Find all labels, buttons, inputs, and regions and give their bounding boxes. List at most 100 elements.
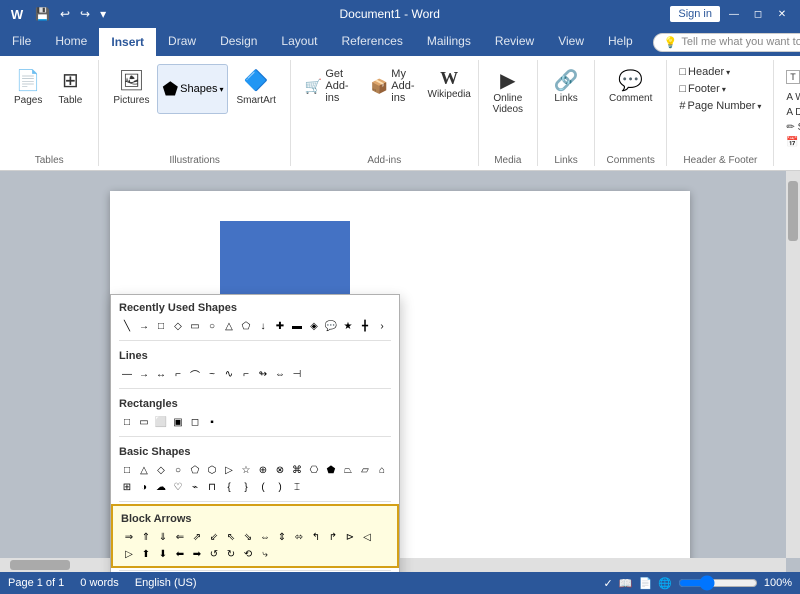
bs-16[interactable]: ⌂ — [374, 462, 390, 478]
ba-23[interactable]: ⟲ — [240, 546, 256, 562]
smartart-button[interactable]: 🔷 SmartArt — [230, 64, 281, 110]
bs-27[interactable]: ⌶ — [289, 479, 305, 495]
tab-mailings[interactable]: Mailings — [415, 28, 483, 56]
shape-rect-s[interactable]: □ — [153, 318, 169, 334]
online-videos-button[interactable]: ▶ Online Videos — [487, 64, 529, 119]
proofing-icon[interactable]: ✓ — [604, 577, 613, 590]
bs-1[interactable]: □ — [119, 462, 135, 478]
pictures-button[interactable]: 🖼 Pictures — [107, 64, 155, 110]
bs-25[interactable]: ( — [255, 479, 271, 495]
bs-5[interactable]: ⬠ — [187, 462, 203, 478]
ba-18[interactable]: ⬇ — [155, 546, 171, 562]
tab-file[interactable]: File — [0, 28, 43, 56]
bs-17[interactable]: ⊞ — [119, 479, 135, 495]
rect-6[interactable]: ▪ — [204, 414, 220, 430]
bs-2[interactable]: △ — [136, 462, 152, 478]
zoom-slider[interactable] — [678, 577, 758, 589]
bs-21[interactable]: ⌁ — [187, 479, 203, 495]
ba-10[interactable]: ⇕ — [274, 529, 290, 545]
ba-19[interactable]: ⬅ — [172, 546, 188, 562]
bs-8[interactable]: ☆ — [238, 462, 254, 478]
tell-me-bar[interactable]: 💡 Tell me what you want to do — [645, 28, 800, 56]
ba-2[interactable]: ⇑ — [138, 529, 154, 545]
dropcap-button[interactable]: A Drop Cap — [782, 106, 800, 119]
save-button[interactable]: 💾 — [32, 5, 53, 23]
customize-qa-button[interactable]: ▾ — [97, 5, 109, 23]
vertical-scrollbar[interactable] — [786, 171, 800, 558]
bs-19[interactable]: ☁ — [153, 479, 169, 495]
page-number-button[interactable]: # Page Number ▾ — [675, 98, 765, 114]
shape-callout[interactable]: 💬 — [323, 318, 339, 334]
line-scribble[interactable]: ∿ — [221, 366, 237, 382]
sign-in-button[interactable]: Sign in — [670, 6, 720, 22]
bs-14[interactable]: ⏢ — [340, 462, 356, 478]
rect-3[interactable]: ⬜ — [153, 414, 169, 430]
shape-line[interactable]: ╲ — [119, 318, 135, 334]
restore-button[interactable]: ◻ — [748, 4, 768, 24]
date-button[interactable]: 📅 Date — [782, 136, 800, 149]
rect-4[interactable]: ▣ — [170, 414, 186, 430]
line-double-arrow[interactable]: ↔ — [153, 366, 169, 382]
tab-help[interactable]: Help — [596, 28, 645, 56]
shape-round-rect[interactable]: ▭ — [187, 318, 203, 334]
tab-review[interactable]: Review — [483, 28, 546, 56]
shape-rectangle[interactable] — [220, 221, 350, 301]
header-button[interactable]: □ Header ▾ — [675, 64, 734, 80]
bs-3[interactable]: ◇ — [153, 462, 169, 478]
ba-16[interactable]: ▷ — [121, 546, 137, 562]
bs-22[interactable]: ⊓ — [204, 479, 220, 495]
line-curved-arrow[interactable]: ↬ — [255, 366, 271, 382]
links-button[interactable]: 🔗 Links — [546, 64, 586, 108]
line-elbow[interactable]: ⌐ — [170, 366, 186, 382]
line-straight[interactable]: — — [119, 366, 135, 382]
tab-home[interactable]: Home — [43, 28, 99, 56]
ba-14[interactable]: ⊳ — [342, 529, 358, 545]
shape-star[interactable]: ★ — [340, 318, 356, 334]
bs-13[interactable]: ⬟ — [323, 462, 339, 478]
ba-5[interactable]: ⇗ — [189, 529, 205, 545]
tab-draw[interactable]: Draw — [156, 28, 208, 56]
tab-design[interactable]: Design — [208, 28, 269, 56]
line-connector[interactable]: ⊣ — [289, 366, 305, 382]
myaddins-button[interactable]: 📦 My Add-ins — [365, 64, 427, 108]
shapes-button[interactable]: ⬟ Shapes ▾ — [157, 64, 228, 114]
ba-15[interactable]: ◁ — [359, 529, 375, 545]
rect-5[interactable]: ◻ — [187, 414, 203, 430]
bs-4[interactable]: ○ — [170, 462, 186, 478]
rect-1[interactable]: □ — [119, 414, 135, 430]
footer-button[interactable]: □ Footer ▾ — [675, 81, 729, 97]
line-curve[interactable]: ⌒ — [187, 366, 203, 382]
ba-6[interactable]: ⇙ — [206, 529, 222, 545]
line-freeform[interactable]: ~ — [204, 366, 220, 382]
ba-12[interactable]: ↰ — [308, 529, 324, 545]
bs-11[interactable]: ⌘ — [289, 462, 305, 478]
bs-23[interactable]: { — [221, 479, 237, 495]
ba-3[interactable]: ⇓ — [155, 529, 171, 545]
tab-view[interactable]: View — [546, 28, 596, 56]
line-arrow[interactable]: → — [136, 366, 152, 382]
tab-insert[interactable]: Insert — [99, 28, 156, 56]
ba-8[interactable]: ⇘ — [240, 529, 256, 545]
getaddins-button[interactable]: 🛒 Get Add-ins — [299, 64, 363, 108]
shape-pentagon[interactable]: ⬠ — [238, 318, 254, 334]
comment-button[interactable]: 💬 Comment — [603, 64, 658, 108]
wordart-button[interactable]: A WordArt — [782, 91, 800, 104]
undo-button[interactable]: ↩ — [57, 5, 73, 23]
bs-26[interactable]: ) — [272, 479, 288, 495]
minimize-button[interactable]: — — [724, 4, 744, 24]
ba-9[interactable]: ⇔ — [257, 529, 273, 545]
shape-flowchart-process[interactable]: ▬ — [289, 318, 305, 334]
ba-11[interactable]: ⬄ — [291, 529, 307, 545]
close-button[interactable]: ✕ — [772, 4, 792, 24]
shape-chevron[interactable]: › — [374, 318, 390, 334]
pages-button[interactable]: 📄 Pages — [8, 64, 48, 110]
shape-plus[interactable]: ╋ — [357, 318, 373, 334]
bs-9[interactable]: ⊕ — [255, 462, 271, 478]
ba-13[interactable]: ↱ — [325, 529, 341, 545]
shape-diamond-s[interactable]: ◇ — [170, 318, 186, 334]
ba-17[interactable]: ⬆ — [138, 546, 154, 562]
shape-arrow-down-s[interactable]: ↓ — [255, 318, 271, 334]
shape-oval[interactable]: ○ — [204, 318, 220, 334]
ba-21[interactable]: ↺ — [206, 546, 222, 562]
table-button[interactable]: ⊞ Table — [50, 64, 90, 110]
